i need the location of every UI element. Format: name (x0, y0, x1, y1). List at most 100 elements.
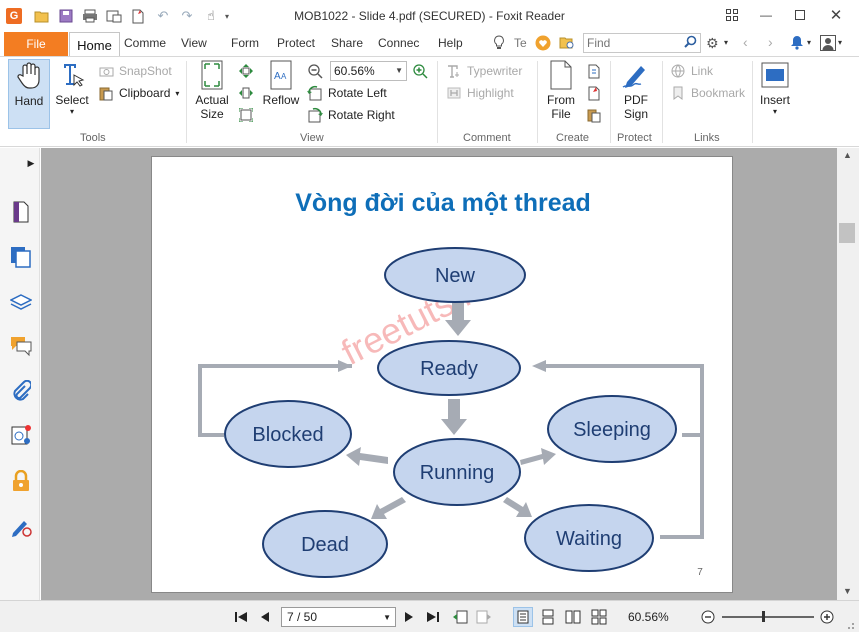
close-button[interactable]: ✕ (826, 6, 846, 24)
minimize-button[interactable]: — (756, 6, 776, 24)
clipboard-dropdown-icon[interactable]: ▾ (175, 89, 179, 98)
digital-signature-icon[interactable] (10, 516, 32, 538)
zoom-slider-thumb[interactable] (762, 611, 765, 622)
resize-grip-icon[interactable] (845, 619, 855, 629)
select-dropdown-icon[interactable]: ▾ (70, 107, 74, 116)
security-lock-icon[interactable] (10, 470, 32, 492)
pdf-sign-button[interactable]: PDF Sign (617, 59, 655, 121)
find-field[interactable] (583, 33, 701, 53)
tab-form[interactable]: Form (231, 36, 259, 50)
zoom-dropdown-icon[interactable]: ▼ (395, 66, 403, 75)
previous-view-icon[interactable] (452, 609, 468, 625)
scroll-down-icon[interactable]: ▼ (843, 586, 852, 596)
facing-view-icon[interactable] (565, 609, 581, 625)
ribbon-separator (610, 61, 611, 143)
create-new-button[interactable] (586, 83, 607, 103)
settings-dropdown-icon[interactable]: ▾ (724, 38, 728, 47)
search-folder-icon[interactable] (559, 35, 575, 53)
fit-visible-button[interactable] (238, 105, 259, 125)
vertical-scrollbar[interactable]: ▲ ▼ (837, 148, 859, 600)
state-dead: Dead (262, 510, 388, 578)
protect-group-label: Protect (617, 132, 652, 144)
status-zoom-out-icon[interactable] (700, 609, 716, 625)
reflow-button[interactable]: AA Reflow (262, 59, 300, 107)
scroll-up-icon[interactable]: ▲ (843, 150, 852, 160)
continuous-facing-view-icon[interactable] (591, 609, 607, 625)
ribbon-options-icon[interactable] (722, 6, 742, 24)
zoom-slider-track[interactable] (722, 616, 814, 618)
find-input[interactable] (584, 34, 680, 52)
zoom-in-button[interactable] (412, 61, 433, 81)
link-button[interactable]: Link (670, 61, 713, 81)
bookmark-button[interactable]: Bookmark (670, 83, 745, 103)
waiting-loop-line (660, 433, 704, 539)
layers-icon[interactable] (10, 292, 32, 314)
tell-me-field[interactable]: Te (514, 36, 527, 50)
expand-panel-icon[interactable]: ▶ (20, 152, 42, 174)
first-page-icon[interactable] (233, 609, 249, 625)
comments-icon[interactable] (10, 335, 32, 357)
view-group-label: View (300, 132, 324, 144)
forward-nav-icon[interactable]: › (768, 34, 773, 50)
insert-dropdown-icon[interactable]: ▾ (773, 107, 777, 116)
feedback-heart-icon[interactable] (535, 35, 551, 54)
select-tool-button[interactable]: Select ▾ (54, 59, 90, 116)
lightbulb-icon[interactable] (493, 35, 505, 53)
tab-comment[interactable]: Comme (124, 36, 166, 50)
status-bar: 7 / 50 ▼ 60.56% (0, 600, 859, 632)
zoom-level-select[interactable]: 60.56% ▼ (330, 61, 407, 81)
links-group-label: Links (694, 132, 720, 144)
create-from-file-button[interactable]: From File (543, 59, 579, 121)
status-zoom-in-icon[interactable] (819, 609, 835, 625)
page-thumbnails-icon[interactable] (10, 201, 32, 223)
actual-size-button[interactable]: Actual Size (193, 59, 231, 121)
tab-help[interactable]: Help (438, 36, 463, 50)
last-page-icon[interactable] (425, 609, 441, 625)
signature-panel-icon[interactable] (10, 424, 32, 446)
highlight-button[interactable]: Highlight (446, 83, 514, 103)
hand-label: Hand (14, 94, 44, 108)
scrollbar-thumb[interactable] (839, 223, 855, 243)
rotate-left-button[interactable]: Rotate Left (307, 83, 387, 103)
search-icon[interactable] (684, 35, 697, 51)
settings-gear-icon[interactable]: ⚙ (706, 35, 719, 52)
next-page-icon[interactable] (401, 609, 417, 625)
user-account-icon[interactable] (820, 35, 836, 54)
state-ready-label: Ready (420, 358, 478, 380)
pdf-sign-icon (620, 59, 652, 91)
tab-home[interactable]: Home (69, 32, 120, 57)
tab-protect[interactable]: Protect (277, 36, 315, 50)
pages-icon[interactable] (10, 246, 32, 268)
typewriter-button[interactable]: Typewriter (446, 61, 522, 81)
rotate-right-button[interactable]: Rotate Right (307, 105, 395, 125)
reflow-icon: AA (265, 59, 297, 91)
file-menu-tab[interactable]: File (4, 32, 68, 56)
insert-button[interactable]: Insert ▾ (757, 59, 793, 116)
actual-size-icon (196, 59, 228, 91)
create-blank-button[interactable] (586, 61, 607, 81)
account-dropdown-icon[interactable]: ▾ (838, 38, 842, 47)
create-from-clipboard-button[interactable] (586, 105, 607, 125)
tab-view[interactable]: View (181, 36, 207, 50)
single-page-view-icon[interactable] (513, 607, 533, 627)
zoom-out-button[interactable] (307, 61, 328, 81)
attachments-icon[interactable] (10, 380, 32, 402)
link-label: Link (691, 64, 714, 78)
notification-dropdown-icon[interactable]: ▾ (807, 38, 811, 47)
tab-share[interactable]: Share (331, 36, 363, 50)
back-nav-icon[interactable]: ‹ (743, 34, 748, 50)
continuous-view-icon[interactable] (540, 609, 556, 625)
notification-bell-icon[interactable] (790, 35, 804, 53)
previous-page-icon[interactable] (257, 609, 273, 625)
clipboard-button[interactable]: Clipboard ▾ (98, 83, 179, 103)
maximize-button[interactable] (790, 6, 810, 24)
hand-tool-button[interactable]: Hand (8, 59, 50, 129)
page-dropdown-icon[interactable]: ▼ (383, 613, 391, 622)
page-number-field[interactable]: 7 / 50 ▼ (281, 607, 396, 627)
tab-connect[interactable]: Connec (378, 36, 419, 50)
status-zoom-level[interactable]: 60.56% (628, 610, 669, 624)
next-view-icon[interactable] (476, 609, 492, 625)
fit-page-button[interactable] (238, 61, 259, 81)
snapshot-button[interactable]: SnapShot (98, 61, 172, 81)
fit-width-button[interactable] (238, 83, 259, 103)
